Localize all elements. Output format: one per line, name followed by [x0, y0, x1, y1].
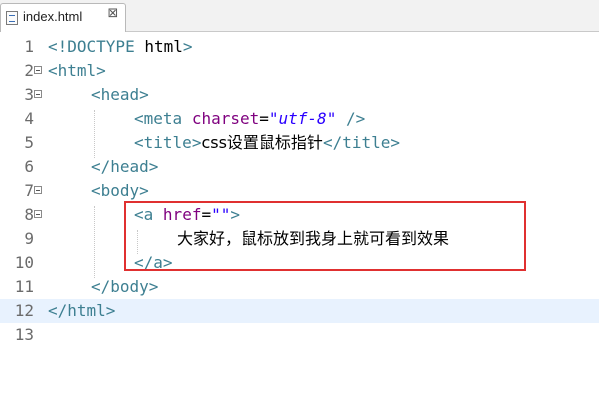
- indent-guide: [94, 206, 95, 278]
- code-token: body: [110, 277, 149, 296]
- line-number: 6: [24, 157, 34, 176]
- close-icon[interactable]: ⊠: [106, 7, 120, 21]
- fold-toggle-icon[interactable]: [34, 66, 42, 74]
- code-token: html: [134, 37, 183, 56]
- code-token: >: [96, 61, 106, 80]
- code-line[interactable]: 3 <head>: [0, 83, 599, 107]
- code-token: />: [345, 109, 366, 128]
- code-token: head: [110, 157, 149, 176]
- fold-toggle-icon[interactable]: [34, 186, 42, 194]
- code-line[interactable]: 6 </head>: [0, 155, 599, 179]
- code-token: =: [259, 109, 269, 128]
- code-text: <html>: [48, 59, 106, 83]
- line-number: 3: [24, 85, 34, 104]
- code-token: DOCTYPE: [67, 37, 135, 56]
- code-token: charset: [191, 109, 260, 128]
- code-token: <!: [48, 37, 68, 56]
- code-token: >: [148, 277, 159, 296]
- code-token: <: [48, 61, 58, 80]
- tab-index-html[interactable]: index.html ⊠: [0, 3, 126, 32]
- line-number: 10: [14, 253, 34, 272]
- code-line[interactable]: 5 <title>css设置鼠标指针</title>: [0, 131, 599, 155]
- annotation-box: [124, 201, 526, 271]
- code-line[interactable]: 2 <html>: [0, 59, 599, 83]
- code-token: </: [48, 301, 68, 320]
- line-number: 7: [24, 181, 34, 200]
- line-number: 9: [24, 229, 34, 248]
- code-text: <!DOCTYPE html>: [48, 35, 193, 59]
- code-token: >: [390, 133, 401, 152]
- code-line[interactable]: 4 <meta charset="utf-8" />: [0, 107, 599, 131]
- code-token: meta: [143, 109, 183, 128]
- code-line[interactable]: 11 </body>: [0, 275, 599, 299]
- code-token: >: [105, 301, 116, 320]
- code-token: title: [143, 133, 192, 152]
- code-token: <: [91, 181, 101, 200]
- code-token: </: [91, 157, 111, 176]
- indent-guide: [94, 110, 95, 158]
- code-line[interactable]: 1 <!DOCTYPE html>: [0, 35, 599, 59]
- code-line[interactable]: 13: [0, 323, 599, 347]
- line-number: 1: [24, 37, 34, 56]
- code-token: >: [191, 133, 202, 152]
- code-line[interactable]: 12 </html>: [0, 299, 599, 323]
- code-token: </: [91, 277, 111, 296]
- line-number: 4: [24, 109, 34, 128]
- line-number: 8: [24, 205, 34, 224]
- line-number: 12: [14, 301, 34, 320]
- code-text: </html>: [48, 299, 115, 323]
- code-token: css设置鼠标指针: [201, 133, 323, 152]
- line-number: 13: [14, 325, 34, 344]
- line-number: 11: [14, 277, 34, 296]
- code-token: html: [57, 61, 97, 80]
- fold-toggle-icon[interactable]: [34, 90, 42, 98]
- code-text: </head>: [91, 155, 158, 179]
- code-token: <: [91, 85, 101, 104]
- code-token: >: [139, 85, 149, 104]
- line-number: 2: [24, 61, 34, 80]
- code-token: </: [322, 133, 343, 152]
- code-token: >: [139, 181, 149, 200]
- code-text: <body>: [91, 179, 149, 203]
- line-number: 5: [24, 133, 34, 152]
- html-file-icon: [6, 11, 18, 25]
- editor-bottom-area: [0, 380, 599, 400]
- fold-toggle-icon[interactable]: [34, 210, 42, 218]
- code-token: >: [182, 37, 193, 56]
- code-token: title: [342, 133, 391, 152]
- code-token: <: [134, 133, 144, 152]
- code-token: body: [100, 181, 140, 200]
- code-token: html: [67, 301, 106, 320]
- code-token: >: [148, 157, 159, 176]
- code-token: "utf-8": [268, 109, 337, 128]
- tab-label: index.html: [23, 9, 83, 24]
- code-token: <: [134, 109, 144, 128]
- code-text: </body>: [91, 275, 158, 299]
- code-line[interactable]: 7 <body>: [0, 179, 599, 203]
- code-text: <meta charset="utf-8" />: [134, 107, 365, 131]
- code-token: head: [100, 85, 140, 104]
- code-text: <head>: [91, 83, 149, 107]
- editor-tab-bar: index.html ⊠: [0, 0, 599, 32]
- code-text: <title>css设置鼠标指针</title>: [134, 131, 400, 155]
